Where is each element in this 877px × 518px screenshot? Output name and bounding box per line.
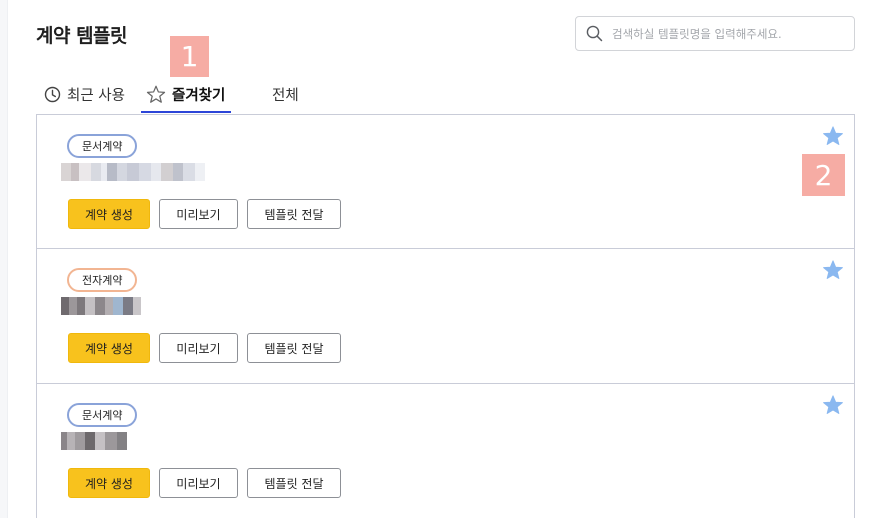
search-icon	[586, 25, 603, 42]
send-template-button[interactable]: 템플릿 전달	[247, 333, 341, 363]
star-outline-icon	[146, 85, 166, 103]
favorite-star-icon[interactable]	[822, 259, 844, 281]
annotation-marker-1: 1	[170, 36, 209, 77]
page-title: 계약 템플릿	[36, 25, 128, 47]
tab-bar: 최근 사용 즐겨찾기 전체	[36, 74, 856, 114]
clock-icon	[44, 86, 61, 102]
create-contract-button[interactable]: 계약 생성	[68, 199, 150, 229]
template-name-redacted	[61, 432, 127, 450]
tab-favorites[interactable]: 즐겨찾기	[146, 74, 225, 114]
contract-type-badge: 문서계약	[67, 403, 138, 427]
tab-favorites-label: 즐겨찾기	[172, 87, 226, 104]
annotation-marker-2: 2	[802, 154, 845, 196]
send-template-button[interactable]: 템플릿 전달	[247, 199, 341, 229]
create-contract-button[interactable]: 계약 생성	[68, 468, 150, 498]
template-card: 전자계약 계약 생성 미리보기 템플릿 전달	[37, 249, 854, 384]
contract-type-badge: 전자계약	[67, 268, 138, 292]
tab-recent-label: 최근 사용	[67, 87, 125, 104]
left-edge-divider	[0, 0, 8, 518]
tab-recent[interactable]: 최근 사용	[44, 74, 125, 114]
create-contract-button[interactable]: 계약 생성	[68, 333, 150, 363]
favorite-star-icon[interactable]	[822, 394, 844, 416]
send-template-button[interactable]: 템플릿 전달	[247, 468, 341, 498]
preview-button[interactable]: 미리보기	[159, 333, 238, 363]
favorite-star-icon[interactable]	[822, 125, 844, 147]
preview-button[interactable]: 미리보기	[159, 468, 238, 498]
tab-all[interactable]: 전체	[272, 74, 299, 114]
search-input[interactable]	[612, 26, 842, 41]
search-box[interactable]	[575, 16, 855, 51]
template-list: 문서계약 계약 생성 미리보기 템플릿 전달 전자계약 계약 생성 미리보기 템…	[36, 114, 855, 518]
preview-button[interactable]: 미리보기	[159, 199, 238, 229]
template-card: 문서계약 계약 생성 미리보기 템플릿 전달	[37, 115, 854, 249]
contract-type-badge: 문서계약	[67, 134, 138, 158]
template-name-redacted	[61, 297, 141, 315]
template-name-redacted	[61, 163, 205, 181]
template-card: 문서계약 계약 생성 미리보기 템플릿 전달	[37, 384, 854, 518]
active-tab-indicator	[141, 111, 231, 113]
tab-all-label: 전체	[272, 87, 299, 104]
